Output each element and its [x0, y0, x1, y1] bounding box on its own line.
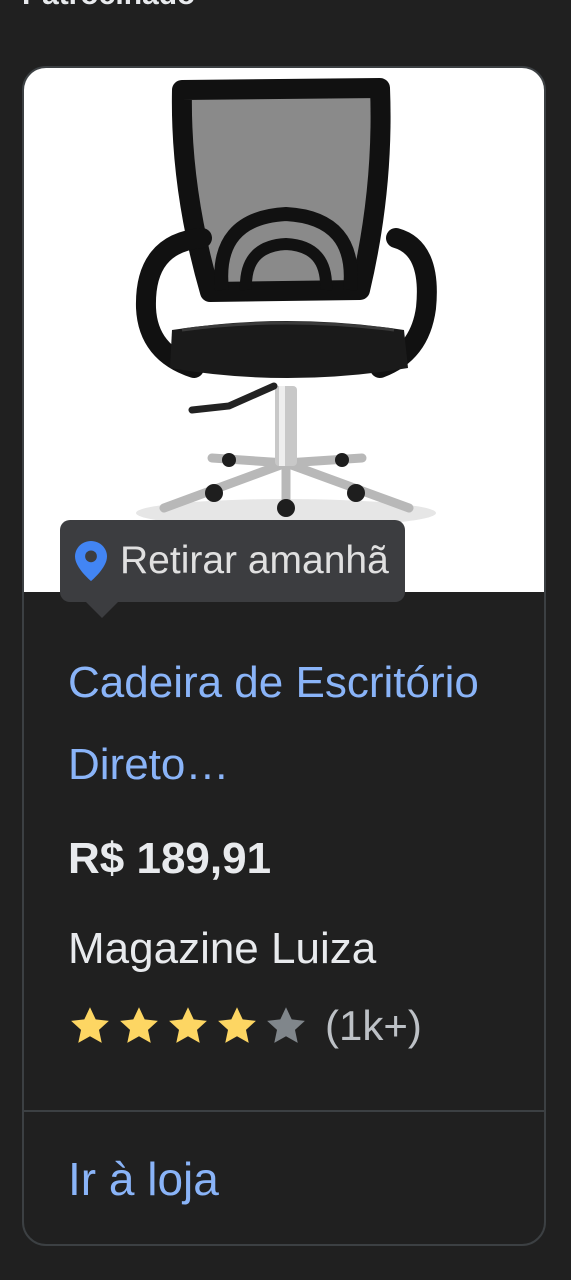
star-filled-icon [120, 1007, 158, 1043]
pickup-badge: Retirar amanhã [60, 520, 405, 602]
star-filled-icon [71, 1007, 109, 1043]
product-title[interactable]: Cadeira de Escritório Direto… [68, 642, 518, 806]
badge-pointer [84, 600, 120, 618]
rating-count: (1k+) [325, 1002, 422, 1049]
merchant-name: Magazine Luiza [68, 924, 377, 973]
star-filled-icon [169, 1007, 207, 1043]
pickup-label: Retirar amanhã [120, 539, 389, 582]
go-to-store-link[interactable]: Ir à loja [68, 1152, 219, 1206]
star-empty-icon [267, 1007, 305, 1043]
product-image[interactable] [24, 68, 544, 592]
product-card[interactable]: Retirar amanhã Cadeira de Escritório Dir… [22, 66, 546, 1246]
product-price: R$ 189,91 [68, 834, 272, 883]
section-heading: Patrocinado [22, 0, 195, 12]
star-filled-icon [218, 1007, 256, 1043]
rating: (1k+) [68, 1002, 422, 1050]
office-chair-image [135, 78, 437, 527]
divider [24, 1110, 544, 1112]
location-pin-icon [75, 541, 107, 581]
